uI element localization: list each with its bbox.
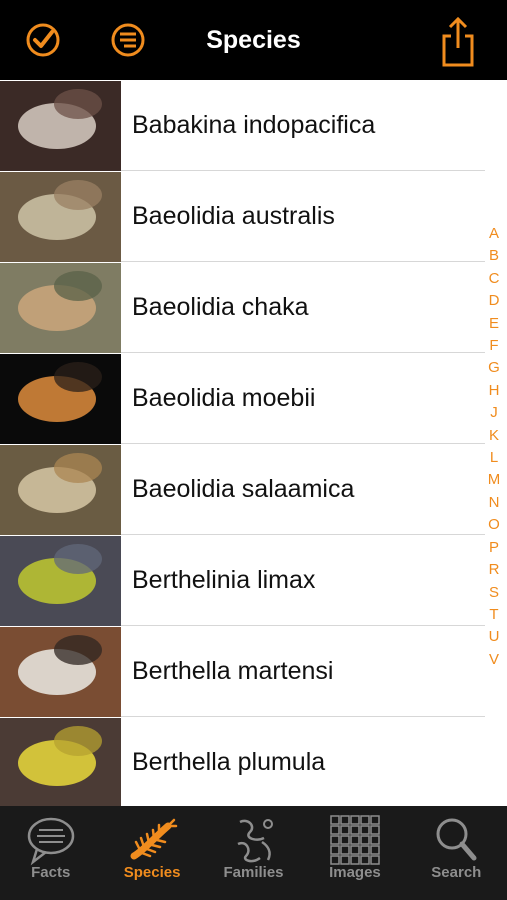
index-letter[interactable]: P	[485, 537, 503, 559]
species-name: Berthella martensi	[132, 657, 334, 685]
species-name: Baeolidia australis	[132, 202, 335, 230]
species-thumbnail	[0, 717, 121, 806]
species-row[interactable]: Baeolidia moebii	[0, 353, 485, 444]
species-row[interactable]: Berthella martensi	[0, 626, 485, 717]
index-letter[interactable]: M	[485, 469, 503, 491]
species-thumbnail	[0, 80, 121, 171]
tab-label: Species	[123, 864, 181, 881]
index-letter[interactable]: A	[485, 223, 503, 245]
species-thumbnail	[0, 171, 121, 262]
index-letter[interactable]: G	[485, 357, 503, 379]
index-letter[interactable]: D	[485, 290, 503, 312]
index-letter[interactable]: V	[485, 649, 503, 671]
tab-search[interactable]: Search	[406, 806, 507, 900]
speech-bubble-icon	[23, 812, 79, 868]
species-row[interactable]: Baeolidia salaamica	[0, 444, 485, 535]
species-list[interactable]: Babakina indopacifica Baeolidia australis…	[0, 80, 485, 806]
index-letter[interactable]: K	[485, 425, 503, 447]
index-letter[interactable]: T	[485, 604, 503, 626]
species-thumbnail	[0, 353, 121, 444]
index-letter[interactable]: L	[485, 447, 503, 469]
species-name: Baeolidia moebii	[132, 384, 316, 412]
nudibranch-icon	[124, 812, 180, 868]
tab-species[interactable]: Species	[101, 806, 202, 900]
tab-label: Images	[329, 864, 381, 881]
tab-label: Search	[431, 864, 482, 881]
index-letter[interactable]: N	[485, 492, 503, 514]
species-name: Babakina indopacifica	[132, 111, 376, 139]
species-name: Berthelinia limax	[132, 566, 316, 594]
species-thumbnail	[0, 444, 121, 535]
index-letter[interactable]: R	[485, 559, 503, 581]
index-letter[interactable]: F	[485, 335, 503, 357]
share-button[interactable]	[441, 16, 475, 68]
index-letter[interactable]: B	[485, 245, 503, 267]
species-row[interactable]: Berthelinia limax	[0, 535, 485, 626]
tab-facts[interactable]: Facts	[0, 806, 101, 900]
search-icon	[428, 812, 484, 868]
tab-bar: Facts Species Families Images Search	[0, 806, 507, 900]
species-row[interactable]: Babakina indopacifica	[0, 80, 485, 171]
species-thumbnail	[0, 262, 121, 353]
species-name: Berthella plumula	[132, 748, 326, 776]
family-tree-icon	[226, 812, 282, 868]
index-letter[interactable]: E	[485, 313, 503, 335]
species-name: Baeolidia salaamica	[132, 475, 355, 503]
image-grid-icon	[327, 812, 383, 868]
index-letter[interactable]: C	[485, 268, 503, 290]
species-row[interactable]: Baeolidia chaka	[0, 262, 485, 353]
alphabet-index[interactable]: ABCDEFGHJKLMNOPRSTUV	[485, 223, 503, 671]
species-thumbnail	[0, 626, 121, 717]
index-letter[interactable]: U	[485, 626, 503, 648]
tab-images[interactable]: Images	[304, 806, 405, 900]
index-letter[interactable]: H	[485, 380, 503, 402]
share-icon	[442, 16, 474, 67]
species-name: Baeolidia chaka	[132, 293, 309, 321]
tab-label: Facts	[31, 864, 71, 881]
species-row[interactable]: Baeolidia australis	[0, 171, 485, 262]
species-thumbnail	[0, 535, 121, 626]
page-title: Species	[206, 26, 301, 54]
index-letter[interactable]: J	[485, 402, 503, 424]
navigation-bar: Species	[0, 0, 507, 80]
tab-label: Families	[223, 864, 284, 881]
index-letter[interactable]: S	[485, 582, 503, 604]
tab-families[interactable]: Families	[203, 806, 304, 900]
index-letter[interactable]: O	[485, 514, 503, 536]
species-row[interactable]: Berthella plumula	[0, 717, 485, 806]
